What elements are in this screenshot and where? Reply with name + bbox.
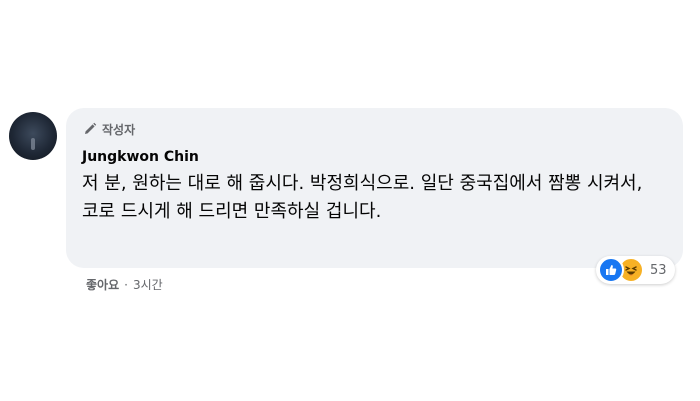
author-badge-label: 작성자 [102, 122, 136, 137]
author-name[interactable]: Jungkwon Chin [82, 148, 669, 166]
timestamp[interactable]: 3시간 [133, 276, 163, 293]
avatar[interactable] [9, 112, 57, 160]
reactions-summary[interactable]: 53 [596, 256, 675, 284]
separator-dot: · [124, 277, 128, 292]
comment-bubble: 작성자 Jungkwon Chin 저 분, 원하는 대로 해 줍시다. 박정희… [66, 108, 683, 268]
author-badge: 작성자 [82, 120, 669, 138]
comment-actions: 좋아요 · 3시간 [86, 276, 163, 293]
avatar-figure [31, 138, 35, 150]
reaction-count: 53 [650, 262, 667, 278]
pencil-icon [82, 121, 98, 137]
comment-text: 저 분, 원하는 대로 해 줍시다. 박정희식으로. 일단 중국집에서 짬뽕 시… [82, 173, 643, 222]
like-icon [598, 257, 624, 283]
like-button[interactable]: 좋아요 [86, 276, 119, 293]
